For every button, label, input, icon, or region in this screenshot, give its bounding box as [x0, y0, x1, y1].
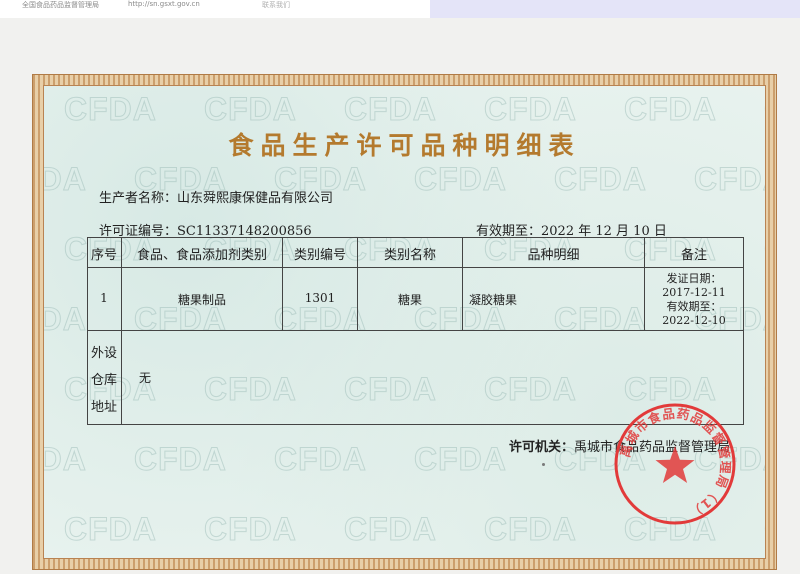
warehouse-label: 外设 仓库 地址	[87, 340, 121, 421]
watermark-text: CFDA	[43, 441, 87, 478]
watermark-text: CFDA	[43, 301, 87, 338]
header-accent-bar	[430, 0, 800, 18]
authority-label: 许可机关：	[509, 440, 575, 455]
remark-valid-label: 有效期至：	[666, 300, 722, 313]
header-code: 类别编号	[293, 248, 346, 263]
row-category: 糖果制品	[177, 293, 226, 307]
watermark-text: CFDA	[134, 441, 227, 478]
warehouse-label-line: 外设	[90, 346, 117, 361]
product-table: 序号 食品、食品添加剂类别 类别编号 类别名称 品种明细 备注 1 糖果制品 1…	[87, 237, 744, 425]
certificate-body: CFDA CFDA CFDA CFDA CFDA CFDA CFDA CFDA CFDA CFDA…	[43, 85, 766, 559]
watermark-text: CFDA	[414, 161, 507, 198]
official-seal-icon: 禹城市食品药品监督管理局（1）	[614, 403, 736, 525]
watermark-text: CFDA	[764, 371, 765, 408]
watermark-text: CFDA	[764, 231, 765, 268]
watermark-text: CFDA	[484, 511, 577, 548]
contact-link[interactable]: 联系我们	[262, 0, 290, 10]
warehouse-label-line: 仓库	[90, 373, 117, 388]
producer-field: 生产者名称：山东舜熙康保健品有限公司	[99, 187, 333, 206]
header-remark: 备注	[680, 248, 707, 263]
producer-label: 生产者名称：	[99, 191, 178, 206]
watermark-text: CFDA	[43, 161, 87, 198]
document-title: 食品生产许可品种明细表	[228, 131, 581, 160]
row-remark: 发证日期： 2017-12-11 有效期至： 2022-12-10	[645, 272, 743, 328]
row-name: 糖果	[397, 293, 422, 307]
watermark-text: CFDA	[764, 91, 765, 128]
watermark-text: CFDA	[694, 161, 765, 198]
watermark-text: CFDA	[204, 91, 297, 128]
watermark-text: CFDA	[414, 441, 507, 478]
ink-speck	[542, 463, 545, 466]
header-category: 食品、食品添加剂类别	[136, 248, 267, 263]
site-name-text: 全国食品药品监督管理局	[22, 1, 99, 9]
browser-strip: 全国食品药品监督管理局 http://sn.gsxt.gov.cn 联系我们	[0, 0, 800, 18]
remark-issue-label: 发证日期：	[666, 272, 722, 285]
row-code: 1301	[304, 291, 336, 305]
row-detail: 凝胶糖果	[469, 293, 518, 307]
watermark-text: CFDA	[204, 511, 297, 548]
watermark-text: CFDA	[344, 91, 437, 128]
watermark-text: CFDA	[554, 161, 647, 198]
warehouse-value: 无	[139, 371, 152, 385]
watermark-text: CFDA	[274, 441, 367, 478]
warehouse-label-line: 地址	[90, 400, 117, 415]
header-name: 类别名称	[383, 248, 436, 263]
remark-valid-date: 2022-12-10	[662, 314, 726, 327]
row-index: 1	[100, 291, 108, 305]
remark-issue-date: 2017-12-11	[662, 286, 726, 299]
watermark-text: CFDA	[624, 91, 717, 128]
watermark-text: CFDA	[764, 511, 765, 548]
license-certificate: CFDA CFDA CFDA CFDA CFDA CFDA CFDA CFDA CFDA CFDA…	[32, 74, 777, 570]
watermark-text: CFDA	[344, 511, 437, 548]
watermark-text: CFDA	[64, 91, 157, 128]
watermark-text: CFDA	[484, 91, 577, 128]
header-index: 序号	[90, 248, 117, 263]
header-detail: 品种明细	[527, 248, 580, 263]
producer-value: 山东舜熙康保健品有限公司	[177, 191, 334, 206]
site-url-link[interactable]: http://sn.gsxt.gov.cn	[128, 0, 200, 8]
watermark-text: CFDA	[64, 511, 157, 548]
